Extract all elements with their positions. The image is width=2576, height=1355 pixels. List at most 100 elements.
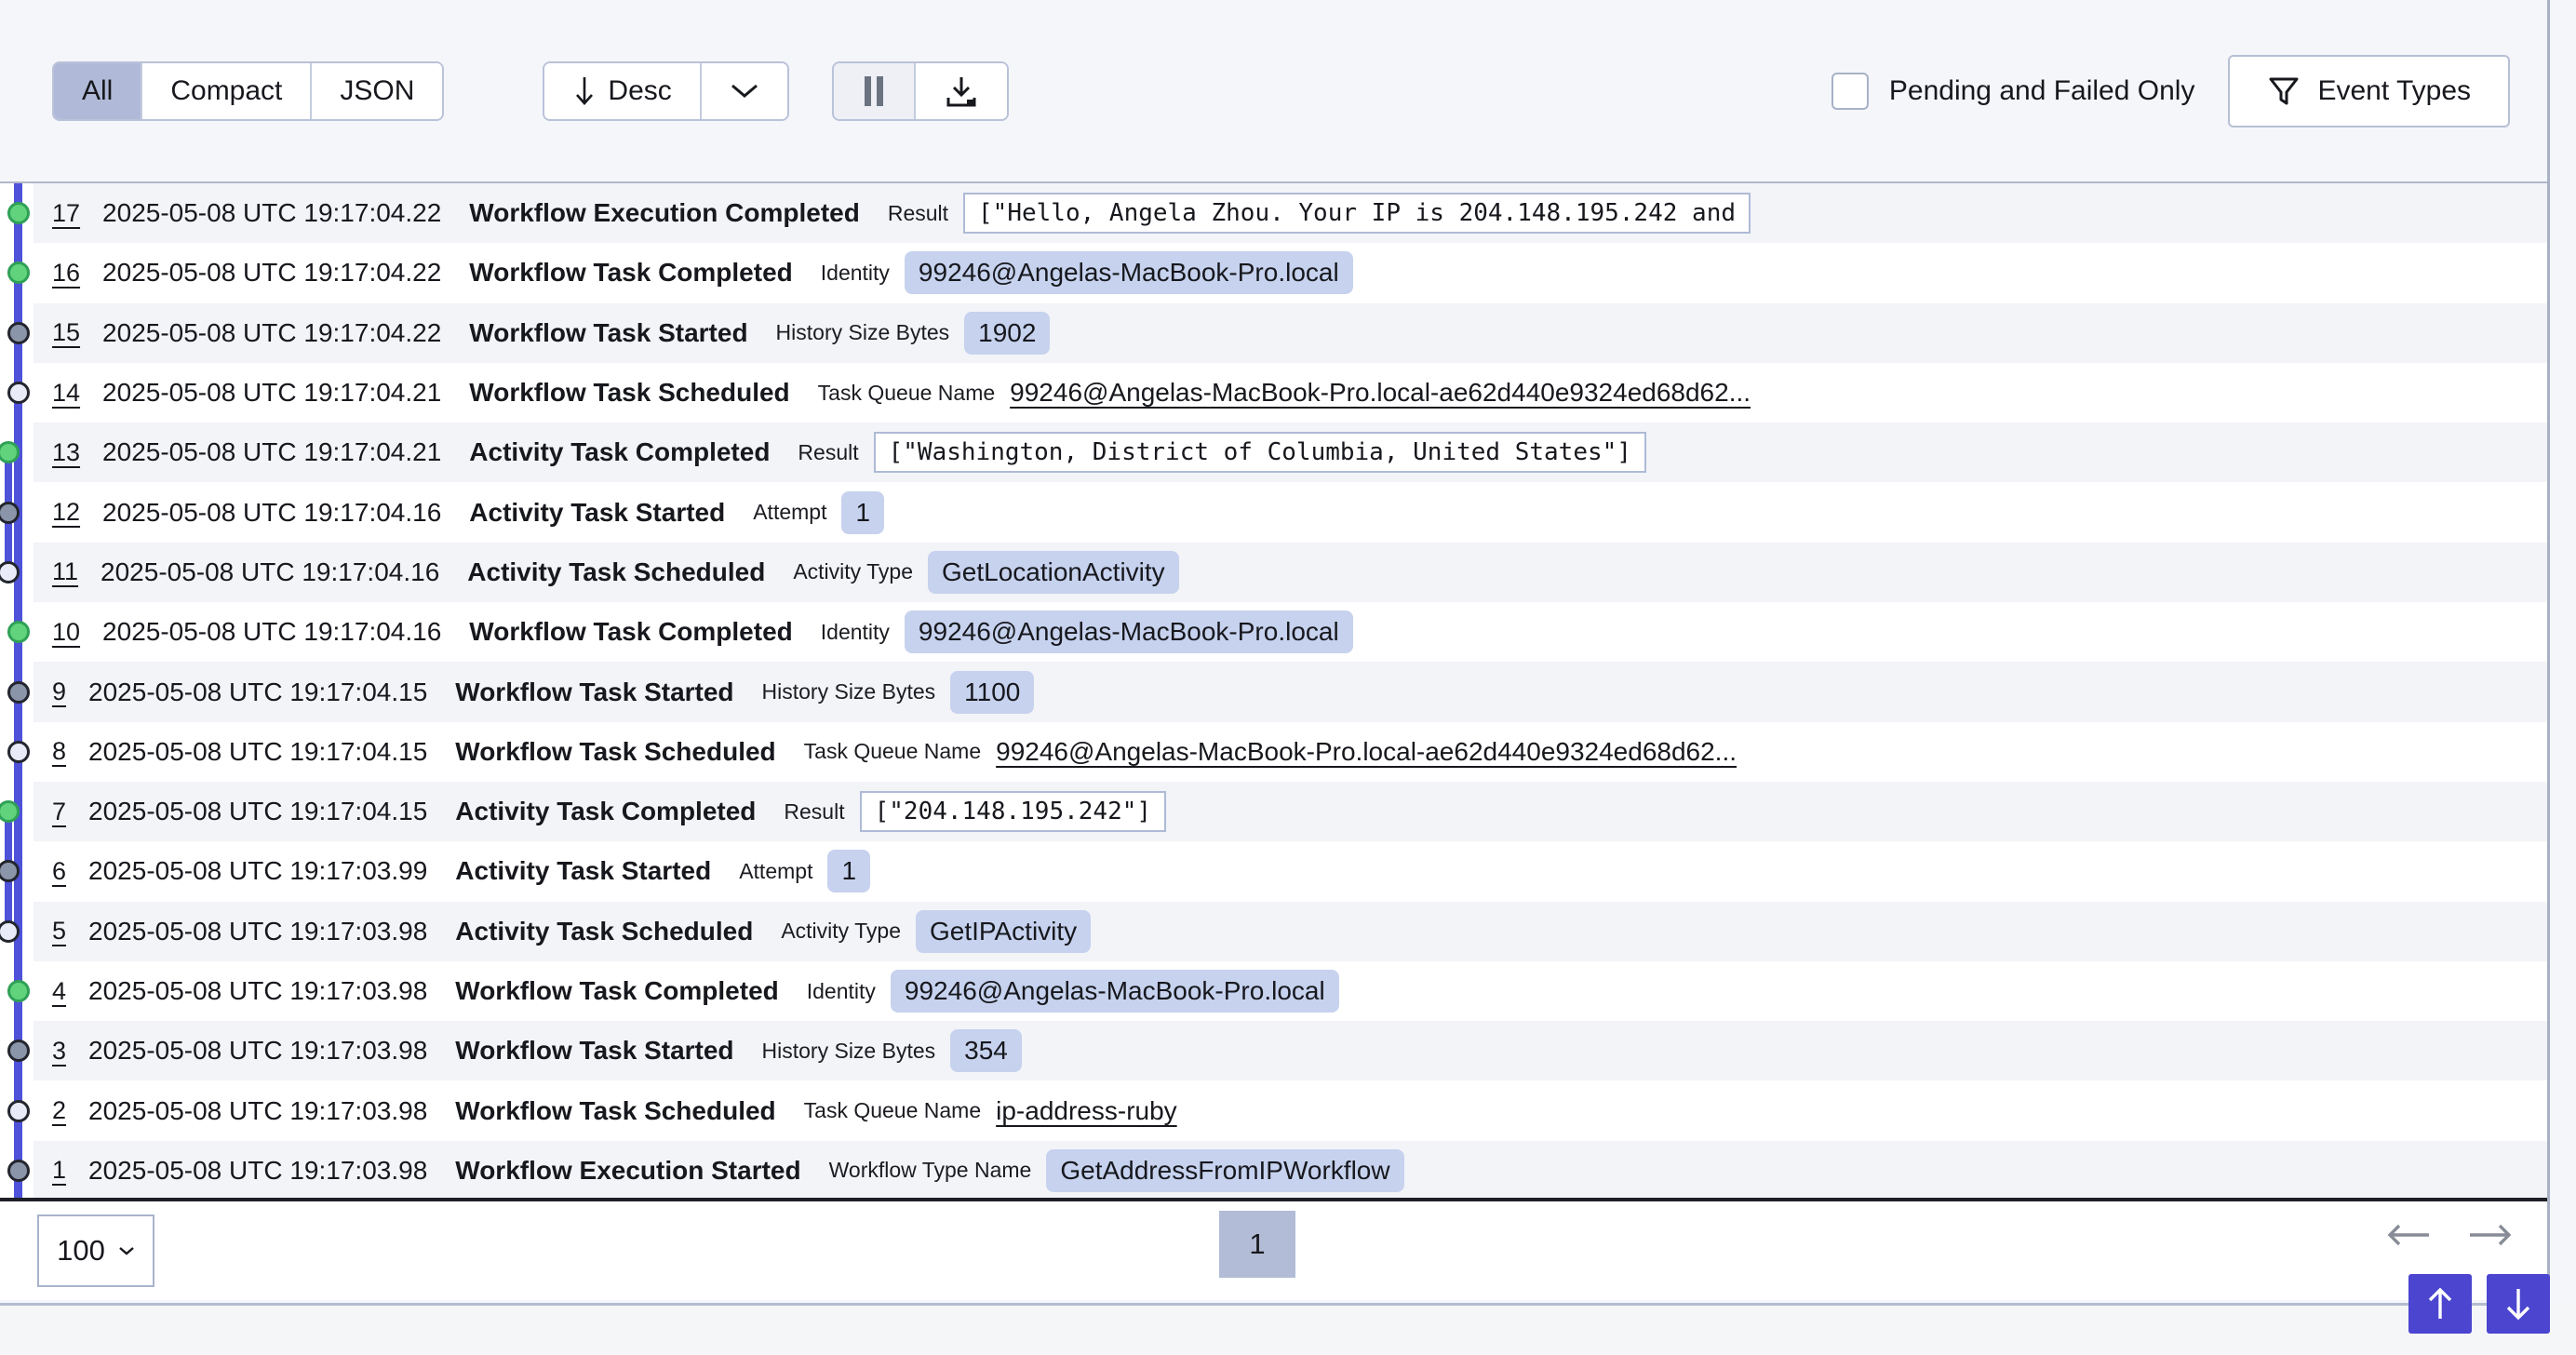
tab-all[interactable]: All [54, 63, 141, 119]
event-detail-label: Identity [807, 979, 876, 1004]
previous-page-button[interactable] [2384, 1222, 2433, 1248]
event-id-link[interactable]: 10 [52, 618, 80, 647]
next-page-button[interactable] [2466, 1222, 2515, 1248]
event-id-link[interactable]: 6 [52, 857, 66, 886]
event-detail-label: Result [798, 440, 858, 465]
event-detail-label: Task Queue Name [818, 381, 995, 406]
event-detail-value: ["Hello, Angela Zhou. Your IP is 204.148… [963, 193, 1751, 234]
event-id-link[interactable]: 9 [52, 678, 66, 706]
event-id-link[interactable]: 11 [52, 557, 78, 586]
tab-json[interactable]: JSON [310, 63, 442, 119]
event-detail-value: GetLocationActivity [928, 551, 1179, 594]
sort-desc-button[interactable]: Desc [544, 63, 699, 119]
event-id-link[interactable]: 15 [52, 318, 80, 347]
event-detail-value: 99246@Angelas-MacBook-Pro.local [905, 610, 1353, 653]
event-detail-value[interactable]: 99246@Angelas-MacBook-Pro.local-ae62d440… [996, 737, 1737, 767]
event-name: Workflow Task Started [455, 1036, 733, 1066]
pause-icon [862, 74, 886, 108]
event-detail-value: 99246@Angelas-MacBook-Pro.local [905, 251, 1353, 294]
event-id-link[interactable]: 16 [52, 259, 80, 288]
event-timestamp: 2025-05-08 UTC 19:17:03.98 [88, 1156, 427, 1186]
event-name: Activity Task Completed [469, 437, 770, 467]
event-row-10: 102025-05-08 UTC 19:17:04.16Workflow Tas… [0, 602, 2547, 662]
event-name: Workflow Task Scheduled [455, 737, 775, 767]
event-detail-value[interactable]: 99246@Angelas-MacBook-Pro.local-ae62d440… [1010, 378, 1751, 408]
page-size-select[interactable]: 100 [37, 1214, 154, 1287]
event-timestamp: 2025-05-08 UTC 19:17:03.98 [88, 917, 427, 946]
toolbar-right: Pending and Failed Only Event Types [1831, 55, 2510, 127]
event-id-link[interactable]: 1 [52, 1156, 66, 1185]
event-types-label: Event Types [2317, 75, 2471, 107]
event-detail-value: 99246@Angelas-MacBook-Pro.local [891, 970, 1339, 1013]
event-detail-value: GetAddressFromIPWorkflow [1046, 1149, 1403, 1192]
sort-label: Desc [608, 75, 671, 107]
event-id-link[interactable]: 14 [52, 379, 80, 408]
event-name: Workflow Task Completed [469, 258, 792, 288]
event-detail-label: Activity Type [793, 559, 913, 584]
event-detail-label: Identity [821, 620, 890, 645]
event-detail-label: Task Queue Name [804, 739, 981, 764]
event-id-link[interactable]: 12 [52, 498, 80, 527]
event-timestamp: 2025-05-08 UTC 19:17:03.98 [88, 1036, 427, 1066]
event-id-link[interactable]: 8 [52, 737, 66, 766]
event-id-link[interactable]: 17 [52, 199, 80, 228]
event-detail-value: 354 [950, 1029, 1022, 1072]
event-id-link[interactable]: 4 [52, 977, 66, 1006]
current-page-button[interactable]: 1 [1219, 1211, 1295, 1278]
event-timestamp: 2025-05-08 UTC 19:17:03.98 [88, 976, 427, 1006]
footer-strip [0, 1306, 2576, 1355]
event-id-link[interactable]: 13 [52, 438, 80, 467]
event-types-button[interactable]: Event Types [2228, 55, 2510, 127]
event-detail-label: Workflow Type Name [829, 1158, 1032, 1183]
arrow-left-icon [2384, 1222, 2433, 1248]
event-id-link[interactable]: 7 [52, 798, 66, 826]
event-row-2: 2 2025-05-08 UTC 19:17:03.98 Workflow Task… [0, 1080, 2547, 1140]
io-controls [832, 61, 1009, 121]
pause-button[interactable] [834, 63, 914, 119]
event-timestamp: 2025-05-08 UTC 19:17:04.16 [102, 617, 441, 647]
event-detail-value: ["Washington, District of Columbia, Unit… [874, 432, 1646, 473]
tab-compact[interactable]: Compact [141, 63, 310, 119]
pending-failed-checkbox[interactable] [1831, 73, 1869, 110]
event-row-8: 8 2025-05-08 UTC 19:17:04.15 Workflow Task… [0, 722, 2547, 782]
event-timestamp: 2025-05-08 UTC 19:17:04.15 [88, 737, 427, 767]
view-mode-tabs: All Compact JSON [52, 61, 444, 121]
event-timestamp: 2025-05-08 UTC 19:17:04.16 [101, 557, 439, 587]
event-row-11: 112025-05-08 UTC 19:17:04.16Activity Tas… [0, 543, 2547, 602]
event-detail-label: Result [888, 201, 948, 226]
event-row-4: 4 2025-05-08 UTC 19:17:03.98 Workflow Task… [0, 961, 2547, 1021]
scroll-to-top-button[interactable] [2408, 1274, 2472, 1334]
event-row-14: 142025-05-08 UTC 19:17:04.21Workflow Tas… [0, 363, 2547, 423]
event-id-link[interactable]: 2 [52, 1096, 66, 1125]
event-detail-label: History Size Bytes [762, 679, 936, 704]
scroll-to-bottom-button[interactable] [2487, 1274, 2550, 1334]
filter-funnel-icon [2267, 74, 2301, 108]
event-row-16: 162025-05-08 UTC 19:17:04.22Workflow Tas… [0, 243, 2547, 302]
event-detail-label: Identity [821, 261, 890, 286]
download-button[interactable] [914, 63, 1007, 119]
download-icon [944, 74, 979, 109]
event-timestamp: 2025-05-08 UTC 19:17:04.22 [102, 198, 441, 228]
event-detail-label: History Size Bytes [762, 1039, 936, 1064]
event-name: Workflow Task Scheduled [455, 1096, 775, 1126]
event-detail-label: Activity Type [781, 919, 901, 944]
event-row-3: 3 2025-05-08 UTC 19:17:03.98 Workflow Task… [0, 1021, 2547, 1080]
event-row-9: 92025-05-08 UTC 19:17:04.15Workflow Task… [0, 662, 2547, 721]
event-name: Workflow Task Completed [455, 976, 778, 1006]
event-timestamp: 2025-05-08 UTC 19:17:04.21 [102, 437, 441, 467]
event-timestamp: 2025-05-08 UTC 19:17:03.98 [88, 1096, 427, 1126]
event-id-link[interactable]: 5 [52, 917, 66, 946]
event-detail-label: Task Queue Name [804, 1098, 981, 1123]
event-timestamp: 2025-05-08 UTC 19:17:04.15 [88, 797, 427, 826]
event-detail-value[interactable]: ip-address-ruby [996, 1096, 1177, 1126]
event-id-link[interactable]: 3 [52, 1037, 66, 1066]
event-detail-label: Attempt [739, 859, 812, 884]
event-name: Activity Task Started [469, 498, 725, 528]
event-row-17: 172025-05-08 UTC 19:17:04.22Workflow Exe… [0, 183, 2547, 243]
event-detail-value: GetIPActivity [916, 910, 1091, 953]
event-detail-value: ["204.148.195.242"] [860, 791, 1166, 832]
arrow-up-icon [2424, 1285, 2456, 1322]
sort-options-dropdown[interactable] [700, 63, 787, 119]
pending-failed-label: Pending and Failed Only [1889, 75, 2195, 107]
event-row-7: 72025-05-08 UTC 19:17:04.15Activity Task… [0, 782, 2547, 841]
